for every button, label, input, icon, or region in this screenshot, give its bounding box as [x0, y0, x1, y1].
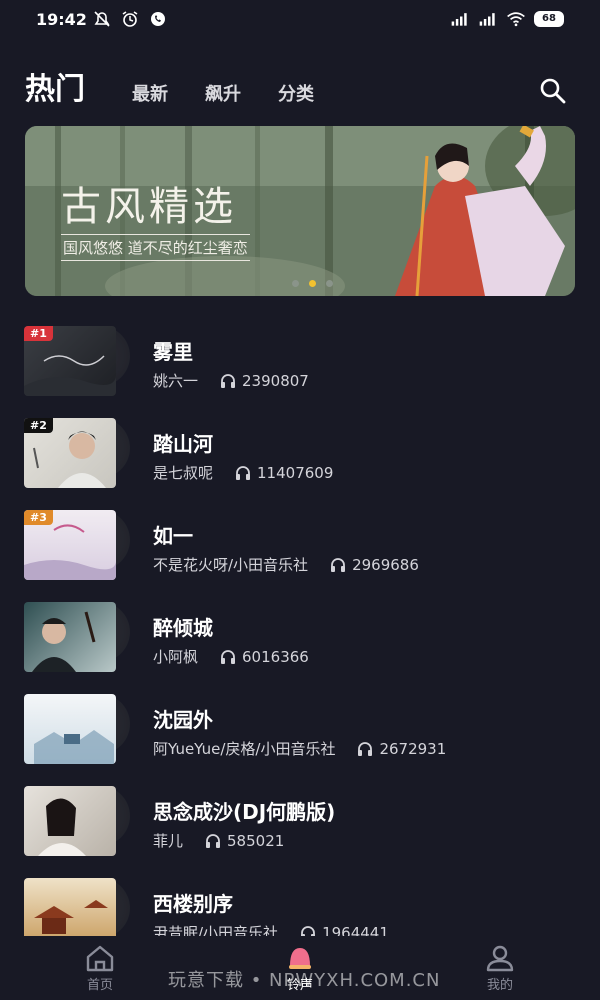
rank-badge: #1 — [24, 326, 53, 341]
nav-home-label: 首页 — [86, 978, 113, 993]
banner-subtitle: 国风悠悠 道不尽的红尘奢恋 — [61, 234, 250, 261]
play-count: 2969686 — [352, 555, 419, 574]
song-artist: 姚六一 — [153, 372, 199, 390]
play-count: 6016366 — [242, 647, 309, 666]
song-artist: 小阿枫 — [153, 648, 199, 666]
user-icon — [486, 945, 514, 972]
nav-home[interactable]: 首页 — [70, 944, 130, 993]
status-notification-icons — [92, 10, 168, 28]
song-item[interactable]: 思念成沙(DJ何鹏版) 菲儿 585021 — [0, 778, 600, 858]
nav-me[interactable]: 我的 — [470, 944, 530, 993]
featured-banner[interactable]: 古风精选 国风悠悠 道不尽的红尘奢恋 — [25, 126, 575, 296]
song-item[interactable]: 沈园外 阿YueYue/戾格/小田音乐社 2672931 — [0, 686, 600, 766]
mute-bell-icon — [94, 11, 110, 27]
tab-latest[interactable]: 最新 — [132, 80, 168, 106]
watermark-text: 玩意下载 • NPWYXH.COM.CN — [168, 970, 441, 991]
song-artist: 是七叔呢 — [153, 464, 214, 482]
song-meta: 是七叔呢 11407609 — [153, 462, 333, 483]
signal-icon — [451, 13, 467, 26]
headphones-icon — [221, 649, 236, 664]
top-tab-bar: 热门 最新 飙升 分类 — [0, 58, 600, 108]
play-count: 2390807 — [242, 371, 309, 390]
signal-icon — [479, 13, 495, 26]
song-artist: 阿YueYue/戾格/小田音乐社 — [153, 740, 336, 758]
song-cover: #3 — [24, 510, 116, 580]
song-meta: 姚六一 2390807 — [153, 370, 309, 391]
song-title: 雾里 — [153, 340, 193, 364]
song-meta: 菲儿 585021 — [153, 830, 284, 851]
carousel-indicator — [292, 280, 333, 287]
song-title: 思念成沙(DJ何鹏版) — [153, 800, 336, 824]
song-title: 踏山河 — [153, 432, 213, 456]
song-meta: 不是花火呀/小田音乐社 2969686 — [153, 554, 419, 575]
wifi-icon — [507, 12, 525, 27]
song-cover: #2 — [24, 418, 116, 488]
song-title: 西楼别序 — [153, 892, 233, 916]
headphones-icon — [358, 741, 373, 756]
play-count: 11407609 — [257, 463, 334, 482]
carousel-dot — [326, 280, 333, 287]
cover-art-image — [32, 611, 96, 672]
headphones-icon — [206, 833, 221, 848]
song-title: 醉倾城 — [153, 616, 213, 640]
song-title: 沈园外 — [153, 708, 213, 732]
tab-categories[interactable]: 分类 — [278, 80, 314, 106]
search-icon[interactable] — [538, 76, 568, 106]
status-system-icons: 68 — [450, 10, 564, 28]
song-item[interactable]: #1 雾里 姚六一 2390807 — [0, 318, 600, 398]
song-cover — [24, 694, 116, 764]
carousel-dot — [292, 280, 299, 287]
rank-badge: #3 — [24, 510, 53, 525]
headphones-icon — [331, 557, 346, 572]
song-cover: #1 — [24, 326, 116, 396]
rank-badge: #2 — [24, 418, 53, 433]
alarm-clock-icon — [122, 11, 138, 27]
carousel-dot-active — [309, 280, 316, 287]
tab-hot[interactable]: 热门 — [25, 64, 85, 108]
song-meta: 阿YueYue/戾格/小田音乐社 2672931 — [153, 738, 446, 759]
headphones-icon — [236, 465, 251, 480]
home-icon — [86, 945, 114, 972]
call-icon — [151, 12, 165, 26]
song-cover — [24, 786, 116, 856]
song-item[interactable]: #3 如一 不是花火呀/小田音乐社 2969686 — [0, 502, 600, 582]
headphones-icon — [221, 373, 236, 388]
song-artist: 菲儿 — [153, 832, 184, 850]
song-cover — [24, 602, 116, 672]
song-title: 如一 — [153, 524, 193, 548]
nav-me-label: 我的 — [486, 978, 513, 993]
banner-title: 古风精选 — [61, 184, 237, 230]
song-artist: 不是花火呀/小田音乐社 — [153, 556, 309, 574]
song-item[interactable]: #2 踏山河 是七叔呢 11407609 — [0, 410, 600, 490]
tab-rising[interactable]: 飙升 — [205, 80, 241, 106]
play-count: 585021 — [227, 831, 285, 850]
status-time: 19:42 — [36, 10, 87, 29]
battery-indicator: 68 — [534, 11, 564, 27]
status-bar: 19:42 68 — [0, 0, 600, 40]
song-item[interactable]: 醉倾城 小阿枫 6016366 — [0, 594, 600, 674]
play-count: 2672931 — [379, 739, 447, 758]
cover-art-image — [34, 730, 114, 764]
song-meta: 小阿枫 6016366 — [153, 646, 309, 667]
hanfu-woman-image — [395, 126, 565, 296]
cover-art-image — [38, 798, 86, 856]
